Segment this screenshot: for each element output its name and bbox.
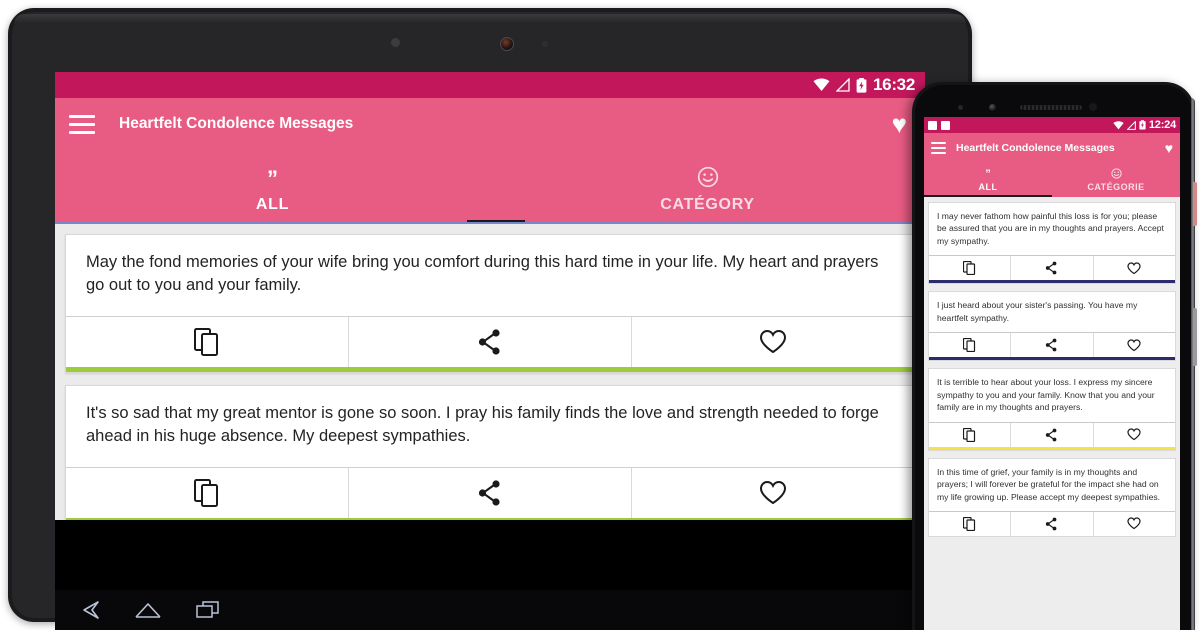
- card-action-row: [929, 255, 1175, 281]
- phone-light-sensor: [1089, 103, 1097, 111]
- phone-app-bar: Heartfelt Condolence Messages ♥: [924, 133, 1180, 163]
- copy-icon[interactable]: [929, 333, 1012, 358]
- tablet-screen: 16:32 Heartfelt Condolence Messages ♥ ” …: [55, 72, 925, 590]
- quote-icon: ”: [985, 168, 991, 180]
- page-title: Heartfelt Condolence Messages: [119, 115, 354, 132]
- card-accent-bar: [66, 517, 914, 520]
- signal-icon: [1126, 120, 1136, 130]
- tablet-sensor-dot: [391, 38, 400, 47]
- message-text: It is terrible to hear about your loss. …: [937, 377, 1155, 413]
- favorite-heart-icon[interactable]: [632, 468, 914, 518]
- recents-icon[interactable]: [193, 597, 223, 623]
- tablet-status-bar: 16:32: [55, 72, 925, 98]
- back-icon[interactable]: [73, 597, 103, 623]
- message-card[interactable]: It is terrible to hear about your loss. …: [928, 368, 1176, 451]
- android-navigation-bar: [55, 590, 943, 630]
- card-action-row: [66, 315, 914, 367]
- tab-all-label: ALL: [255, 196, 290, 213]
- phone-volume-button[interactable]: [1193, 308, 1197, 366]
- tab-category[interactable]: CATÉGORY: [490, 150, 925, 224]
- message-card[interactable]: I just heard about your sister's passing…: [928, 291, 1176, 362]
- favorite-heart-icon[interactable]: [1094, 423, 1175, 447]
- card-accent-bar: [929, 280, 1175, 284]
- heart-filled-icon[interactable]: ♥: [892, 111, 907, 137]
- favorite-heart-icon[interactable]: [1094, 256, 1175, 280]
- phone-notification-icons: [928, 120, 950, 130]
- tablet-camera-icon: [500, 37, 514, 51]
- wifi-icon: [1113, 120, 1124, 130]
- favorite-heart-icon[interactable]: [632, 317, 914, 367]
- card-action-row: [929, 421, 1175, 447]
- phone-screen: 12:24 Heartfelt Condolence Messages ♥ ” …: [924, 117, 1180, 630]
- tab-bar-underline: [55, 222, 925, 224]
- share-icon[interactable]: [1011, 333, 1094, 358]
- phone-proximity-sensor: [958, 105, 963, 110]
- copy-icon[interactable]: [66, 467, 349, 518]
- hamburger-menu-icon[interactable]: [931, 142, 946, 155]
- copy-icon[interactable]: [66, 316, 349, 367]
- tablet-app-bar: Heartfelt Condolence Messages ♥: [55, 98, 925, 150]
- card-accent-bar: [929, 357, 1175, 361]
- favorite-heart-icon[interactable]: [1094, 512, 1175, 536]
- share-icon[interactable]: [1011, 422, 1094, 447]
- message-card[interactable]: I may never fathom how painful this loss…: [928, 202, 1176, 285]
- phone-power-button[interactable]: [1193, 182, 1197, 226]
- notification-icon: [928, 120, 937, 130]
- tab-active-indicator: [924, 195, 1052, 197]
- message-card[interactable]: It's so sad that my great mentor is gone…: [65, 384, 915, 520]
- tablet-light-sensor: [542, 41, 548, 47]
- card-action-row: [929, 510, 1175, 536]
- tab-all-label: ALL: [978, 182, 998, 192]
- message-text: In this time of grief, your family is in…: [937, 466, 1161, 502]
- tablet-device: 16:32 Heartfelt Condolence Messages ♥ ” …: [8, 8, 972, 630]
- tab-all[interactable]: ” ALL: [924, 163, 1052, 197]
- tab-categorie-label: CATÉGORIE: [1087, 182, 1145, 192]
- tab-all[interactable]: ” ALL: [55, 150, 490, 224]
- tablet-message-list[interactable]: May the fond memories of your wife bring…: [55, 224, 925, 520]
- phone-speaker-grille: [1020, 105, 1082, 110]
- favorite-heart-icon[interactable]: [1094, 333, 1175, 357]
- tab-categorie[interactable]: CATÉGORIE: [1052, 163, 1180, 197]
- message-card[interactable]: In this time of grief, your family is in…: [928, 457, 1176, 537]
- notification-icon: [941, 120, 950, 130]
- home-icon[interactable]: [133, 597, 163, 623]
- card-accent-bar: [929, 446, 1175, 450]
- wifi-icon: [813, 78, 830, 92]
- tablet-bezel-highlight: [14, 14, 966, 24]
- heart-filled-icon[interactable]: ♥: [1165, 141, 1173, 155]
- tab-category-label: CATÉGORY: [660, 196, 755, 213]
- copy-icon[interactable]: [929, 511, 1012, 536]
- phone-status-bar: 12:24: [924, 117, 1180, 133]
- hamburger-menu-icon[interactable]: [69, 113, 95, 135]
- phone-tab-bar: ” ALL CATÉGORIE: [924, 163, 1180, 197]
- share-icon[interactable]: [349, 467, 632, 518]
- copy-icon[interactable]: [929, 422, 1012, 447]
- phone-clock: 12:24: [1148, 119, 1176, 131]
- share-icon[interactable]: [1011, 511, 1094, 536]
- smiley-icon: [1110, 168, 1122, 180]
- card-action-row: [929, 332, 1175, 358]
- share-icon[interactable]: [349, 316, 632, 367]
- message-text: May the fond memories of your wife bring…: [86, 253, 879, 295]
- message-text: It's so sad that my great mentor is gone…: [86, 403, 879, 446]
- card-accent-bar: [66, 366, 914, 372]
- message-card[interactable]: May the fond memories of your wife bring…: [65, 234, 915, 373]
- phone-camera-icon: [989, 104, 996, 111]
- signal-icon: [836, 78, 850, 92]
- copy-icon[interactable]: [929, 256, 1012, 281]
- battery-icon: [1139, 120, 1146, 130]
- card-action-row: [66, 466, 914, 518]
- phone-device: 12:24 Heartfelt Condolence Messages ♥ ” …: [912, 82, 1197, 630]
- phone-message-list[interactable]: I may never fathom how painful this loss…: [924, 197, 1180, 630]
- page-title: Heartfelt Condolence Messages: [956, 142, 1115, 154]
- message-text: I may never fathom how painful this loss…: [937, 211, 1164, 246]
- quote-icon: ”: [267, 166, 278, 191]
- smiley-icon: [697, 166, 719, 192]
- tablet-clock: 16:32: [873, 75, 915, 94]
- message-text: I just heard about your sister's passing…: [937, 300, 1138, 323]
- tablet-tab-bar: ” ALL CATÉGORY: [55, 150, 925, 224]
- share-icon[interactable]: [1011, 256, 1094, 281]
- battery-icon: [856, 77, 867, 93]
